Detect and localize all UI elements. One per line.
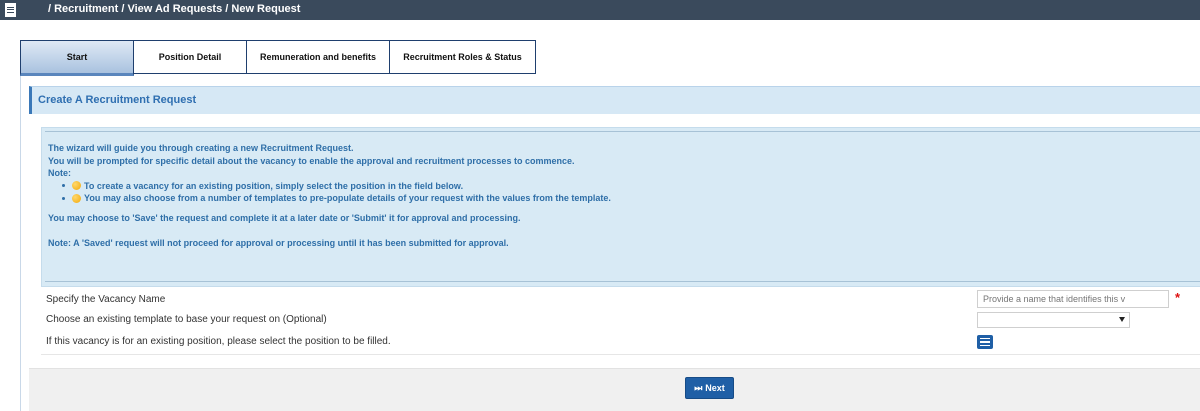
note-bullet-1: To create a vacancy for an existing posi… xyxy=(84,180,464,191)
info-divider-bottom xyxy=(45,281,1200,282)
info-line-1: The wizard will guide you through creati… xyxy=(48,143,354,153)
list-item: You may also choose from a number of tem… xyxy=(62,192,611,205)
info-divider-top xyxy=(45,131,1200,132)
tab-remuneration-and-benefits[interactable]: Remuneration and benefits xyxy=(246,40,390,74)
panel-header: Create A Recruitment Request xyxy=(29,86,1200,114)
list-item: To create a vacancy for an existing posi… xyxy=(62,180,611,193)
skip-next-icon: ⏭ xyxy=(694,382,703,393)
template-select[interactable] xyxy=(977,312,1130,328)
tab-position-detail[interactable]: Position Detail xyxy=(133,40,247,74)
tab-start[interactable]: Start xyxy=(20,40,134,76)
note-list: To create a vacancy for an existing posi… xyxy=(62,180,611,205)
form-divider xyxy=(41,354,1200,355)
dropdown-arrow-icon xyxy=(1119,317,1125,322)
save-info-text: You may choose to 'Save' the request and… xyxy=(48,212,521,223)
bullet-icon xyxy=(62,196,65,200)
hamburger-icon[interactable] xyxy=(5,3,16,17)
bullet-icon xyxy=(62,184,65,188)
warning-icon xyxy=(72,193,81,203)
list-icon xyxy=(980,337,990,340)
next-button-label: Next xyxy=(705,383,725,393)
template-label: Choose an existing template to base your… xyxy=(46,314,327,325)
page-title: Create A Recruitment Request xyxy=(38,94,197,106)
vacancy-name-input[interactable] xyxy=(977,290,1169,308)
position-label: If this vacancy is for an existing posit… xyxy=(46,336,391,347)
saved-note-text: Note: A 'Saved' request will not proceed… xyxy=(48,238,509,248)
vacancy-name-label: Specify the Vacancy Name xyxy=(46,294,166,305)
position-picker-button[interactable] xyxy=(977,335,993,349)
info-line-2: You will be prompted for specific detail… xyxy=(48,155,575,166)
note-bullet-2: You may also choose from a number of tem… xyxy=(84,193,611,203)
wizard-panel: Create A Recruitment Request The wizard … xyxy=(20,76,1200,411)
next-button[interactable]: ⏭ Next xyxy=(685,377,734,399)
wizard-tabs: Start Position Detail Remuneration and b… xyxy=(20,40,536,76)
required-mark: * xyxy=(1175,290,1181,305)
tab-recruitment-roles-status[interactable]: Recruitment Roles & Status xyxy=(389,40,536,74)
wizard-footer: ⏭ Next xyxy=(29,368,1200,411)
top-bar: / Recruitment / View Ad Requests / New R… xyxy=(0,0,1200,20)
info-box: The wizard will guide you through creati… xyxy=(41,127,1200,287)
info-text: The wizard will guide you through creati… xyxy=(48,142,611,250)
breadcrumb: / Recruitment / View Ad Requests / New R… xyxy=(48,3,301,15)
warning-icon xyxy=(72,181,81,191)
note-label: Note: xyxy=(48,168,71,178)
